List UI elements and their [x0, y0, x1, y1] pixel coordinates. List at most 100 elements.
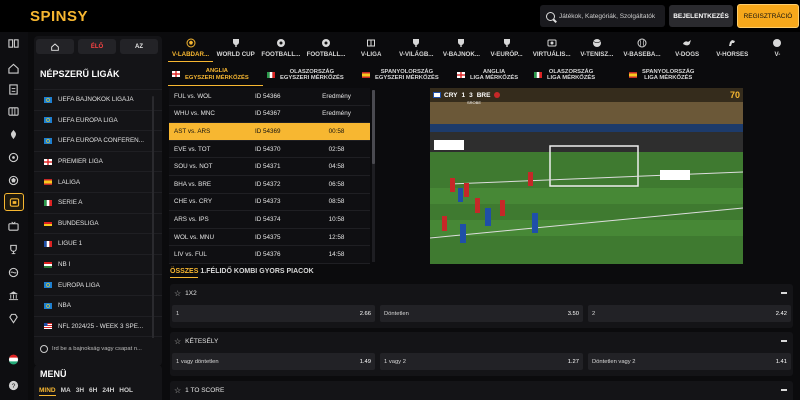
tab-live[interactable]: ÉLŐ — [78, 39, 116, 54]
league-item[interactable]: NFL 2024/25 - WEEK 3 SPE... — [34, 315, 162, 337]
league-tab[interactable]: OLASZORSZÁG LIGA MÉRKŐZÉS — [530, 64, 625, 86]
match-row[interactable]: EVE vs. TOT ID 54370 02:58 — [169, 141, 370, 159]
tab-home[interactable] — [36, 39, 74, 54]
odds-button[interactable]: Döntetlen 3.50 — [380, 305, 583, 322]
odds-button[interactable]: Döntetlen vagy 2 1.41 — [588, 353, 791, 370]
eng-flag-icon — [172, 71, 181, 78]
collapse-icon[interactable] — [781, 292, 787, 294]
sport-tab-world-cup[interactable]: WORLD CUP — [213, 36, 258, 62]
favorite-star-icon[interactable]: ☆ — [174, 386, 181, 395]
sport-tab-virtual-football[interactable]: V-LABDAR... — [168, 36, 214, 62]
ball-icon[interactable] — [8, 175, 19, 186]
league-tab[interactable]: OLASZORSZÁG EGYSZERI MÉRKŐZÉS — [263, 64, 358, 86]
match-row[interactable]: ARS vs. IPS ID 54374 10:58 — [169, 211, 370, 229]
match-video[interactable]: CRY 1 3 BRE SROBE 70 — [430, 88, 743, 264]
odds-button[interactable]: 1 vagy 2 1.27 — [380, 353, 583, 370]
league-name: BUNDESLIGA — [58, 219, 99, 227]
league-tab[interactable]: SPANYOLORSZÁG LIGA MÉRKŐZÉS — [625, 64, 720, 86]
match-row[interactable]: SOU vs. NOT ID 54371 04:58 — [169, 158, 370, 176]
sport-tab-football[interactable]: FOOTBALL... — [303, 36, 348, 62]
spinsy-logo[interactable]: SPINSY — [30, 8, 88, 25]
slots-icon[interactable] — [8, 106, 19, 117]
league-flag-icon — [433, 92, 441, 98]
sport-tab-v-champions[interactable]: V-BAJNOK... — [439, 36, 484, 62]
odds-button[interactable]: 1 2.66 — [172, 305, 375, 322]
trophy-icon[interactable] — [8, 244, 19, 255]
market-header[interactable]: ☆ KÉTESÉLY — [170, 332, 793, 350]
league-item[interactable]: LIGUE 1 — [34, 233, 162, 254]
live-casino-icon[interactable] — [8, 152, 19, 163]
match-row[interactable]: CHE vs. CRY ID 54373 08:58 — [169, 194, 370, 212]
market-tab[interactable]: GYORS PIACOK — [259, 268, 313, 278]
odds-button[interactable]: 1 vagy döntetlen 1.49 — [172, 353, 375, 370]
favorite-star-icon[interactable]: ☆ — [174, 337, 181, 346]
virtual-sports-icon[interactable] — [4, 193, 24, 211]
left-scrollbar[interactable] — [152, 96, 154, 351]
login-button[interactable]: BEJELENTKEZÉS — [669, 5, 733, 27]
sport-tab-v-horses[interactable]: V-HORSES — [710, 36, 755, 62]
document-icon[interactable] — [8, 84, 19, 95]
league-item[interactable]: BUNDESLIGA — [34, 212, 162, 234]
league-tab[interactable]: ANGLIA EGYSZERI MÉRKŐZÉS — [168, 64, 263, 86]
match-row[interactable]: FUL vs. WOL ID 54366 Eredmény — [169, 88, 370, 106]
menu-tab[interactable]: 3H — [76, 387, 84, 396]
menu-tab[interactable]: 24H — [102, 387, 114, 396]
register-button[interactable]: REGISZTRÁCIÓ — [737, 4, 799, 28]
game-search-input[interactable] — [559, 12, 664, 20]
scroll-thumb[interactable] — [372, 90, 375, 164]
match-list-scrollbar[interactable] — [372, 90, 375, 262]
cards-icon[interactable] — [8, 129, 19, 140]
promotions-icon[interactable] — [8, 267, 19, 278]
vip-diamond-icon[interactable] — [8, 313, 19, 324]
game-search[interactable] — [540, 5, 665, 27]
sport-tab-v-liga[interactable]: V-LIGA — [349, 36, 394, 62]
league-tab[interactable]: ANGLIA LIGA MÉRKŐZÉS — [453, 64, 530, 86]
market-tab[interactable]: ÖSSZES — [170, 268, 199, 278]
help-icon[interactable]: ? — [8, 380, 19, 391]
league-item[interactable]: UEFA EUROPA CONFEREN... — [34, 130, 162, 151]
league-item[interactable]: EURÓPA LIGA — [34, 274, 162, 295]
sport-tab-v-dogs[interactable]: V-DOGS — [665, 36, 710, 62]
market-header[interactable]: ☆ 1X2 — [170, 284, 793, 302]
league-item[interactable]: UEFA EURÓPA LIGA — [34, 109, 162, 131]
league-team-search-input[interactable] — [52, 346, 162, 352]
sport-tab-v-world[interactable]: V-VILÁGB... — [394, 36, 439, 62]
sport-tab-football[interactable]: FOOTBALL... — [258, 36, 303, 62]
odds-button[interactable]: 2 2.42 — [588, 305, 791, 322]
league-item[interactable]: LALIGA — [34, 171, 162, 192]
match-row[interactable]: LIV vs. FUL ID 54376 14:58 — [169, 246, 370, 264]
hungary-flag-icon[interactable] — [8, 354, 19, 365]
collapse-icon[interactable] — [781, 340, 787, 342]
market-header[interactable]: ☆ 1 TO SCORE — [170, 381, 793, 399]
home-icon[interactable] — [8, 63, 19, 74]
sidebar-toggle-icon[interactable] — [8, 38, 19, 49]
league-item[interactable]: NB I — [34, 253, 162, 275]
market-tab[interactable]: KOMBI — [234, 268, 257, 278]
sport-tab-virtual[interactable]: VIRTUÁLIS... — [529, 36, 574, 62]
favorite-star-icon[interactable]: ☆ — [174, 289, 181, 298]
menu-tab[interactable]: HOL — [119, 387, 133, 396]
league-item[interactable]: UEFA BAJNOKOK LIGÁJA — [34, 89, 162, 110]
menu-title: MENÜ — [40, 369, 67, 379]
match-row[interactable]: WOL vs. MNU ID 54375 12:58 — [169, 229, 370, 247]
league-item[interactable]: PREMIER LIGA — [34, 150, 162, 172]
menu-tab[interactable]: MIND — [39, 387, 56, 396]
match-row[interactable]: BHA vs. BRE ID 54372 06:58 — [169, 176, 370, 194]
league-item[interactable]: SERIE A — [34, 191, 162, 213]
menu-tab[interactable]: MA — [61, 387, 71, 396]
league-team-search[interactable] — [34, 338, 162, 360]
tv-icon[interactable] — [8, 221, 19, 232]
league-item[interactable]: NBA — [34, 294, 162, 316]
menu-tab[interactable]: 6H — [89, 387, 97, 396]
sport-tab-v-more[interactable]: V- — [755, 36, 800, 62]
league-tab[interactable]: SPANYOLORSZÁG EGYSZERI MÉRKŐZÉS — [358, 64, 453, 86]
match-row[interactable]: WHU vs. MNC ID 54367 Eredmény — [169, 106, 370, 124]
sport-tab-v-europa[interactable]: V-EURÓP... — [484, 36, 529, 62]
collapse-icon[interactable] — [781, 389, 787, 391]
match-row[interactable]: AST vs. ARS ID 54369 00:58 — [169, 123, 370, 141]
sport-tab-v-baseball[interactable]: V-BASEBA... — [619, 36, 664, 62]
sport-tab-v-tennis[interactable]: V-TENISZ... — [574, 36, 619, 62]
bank-icon[interactable] — [8, 290, 19, 301]
tab-az[interactable]: AZ — [120, 39, 158, 54]
market-tab[interactable]: 1.FÉLIDŐ — [200, 268, 232, 278]
